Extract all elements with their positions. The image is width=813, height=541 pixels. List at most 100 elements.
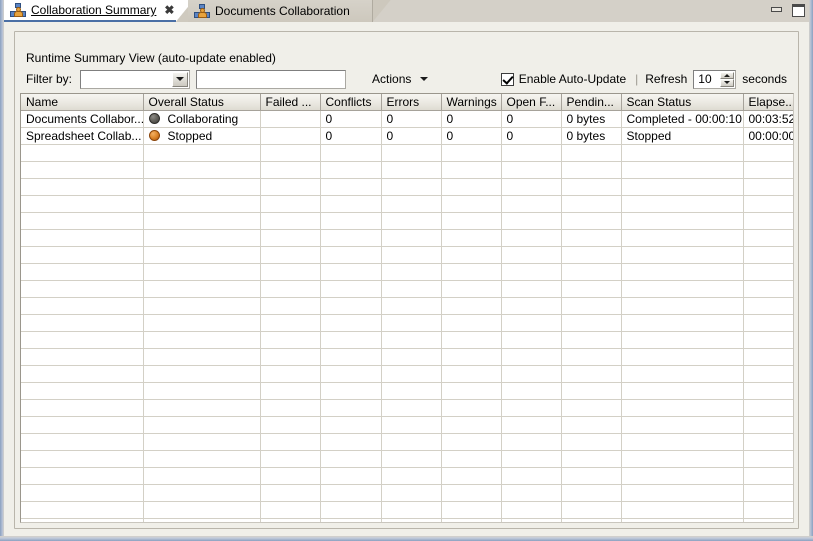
cell-empty bbox=[143, 212, 261, 230]
cell-empty bbox=[441, 501, 502, 519]
cell-empty bbox=[561, 144, 622, 162]
table-row-empty[interactable] bbox=[21, 382, 793, 400]
window-frame-bottom bbox=[0, 536, 813, 541]
chevron-down-icon[interactable] bbox=[172, 71, 189, 87]
table-row-empty[interactable] bbox=[21, 399, 793, 417]
cell-empty bbox=[320, 246, 382, 264]
cell-empty bbox=[320, 399, 382, 417]
table-row[interactable]: Spreadsheet Collab... Stopped 0 0 0 0 0 bytes S… bbox=[21, 127, 793, 145]
cell-empty bbox=[621, 144, 744, 162]
close-icon[interactable]: ✖ bbox=[164, 4, 174, 16]
cell-empty bbox=[561, 314, 622, 332]
column-header-warnings[interactable]: Warnings bbox=[441, 94, 502, 111]
minimize-button[interactable] bbox=[770, 4, 784, 17]
cell-empty bbox=[320, 433, 382, 451]
table-row-empty[interactable] bbox=[21, 144, 793, 162]
group-title: Runtime Summary View (auto-update enable… bbox=[22, 52, 280, 64]
cell-empty bbox=[501, 314, 562, 332]
cell-empty bbox=[320, 178, 382, 196]
cell-empty bbox=[621, 467, 744, 485]
table-row-empty[interactable] bbox=[21, 212, 793, 230]
table-row-empty[interactable] bbox=[21, 467, 793, 485]
seconds-label: seconds bbox=[742, 72, 787, 86]
cell-empty bbox=[381, 297, 442, 315]
cell-errors: 0 bbox=[381, 127, 442, 145]
table-row-empty[interactable] bbox=[21, 501, 793, 519]
cell-empty bbox=[561, 280, 622, 298]
table-row-empty[interactable] bbox=[21, 433, 793, 451]
table-row-empty[interactable] bbox=[21, 178, 793, 196]
cell-empty bbox=[501, 365, 562, 383]
cell-empty bbox=[21, 246, 144, 264]
refresh-label: Refresh bbox=[645, 72, 688, 86]
cell-empty bbox=[501, 518, 562, 522]
cell-empty bbox=[441, 484, 502, 502]
cell-empty bbox=[260, 416, 321, 434]
column-header-elapsed[interactable]: Elapse... bbox=[743, 94, 793, 111]
cell-empty bbox=[621, 484, 744, 502]
cell-empty bbox=[561, 297, 622, 315]
filter-by-combobox[interactable] bbox=[80, 69, 191, 89]
filter-text-input[interactable] bbox=[196, 69, 347, 89]
cell-empty bbox=[320, 212, 382, 230]
table-row-empty[interactable] bbox=[21, 416, 793, 434]
stepper-up-icon[interactable] bbox=[720, 71, 735, 79]
cell-empty bbox=[561, 178, 622, 196]
cell-empty bbox=[621, 297, 744, 315]
cell-empty bbox=[501, 144, 562, 162]
table-row-empty[interactable] bbox=[21, 161, 793, 179]
runtime-summary-table[interactable]: Name Overall Status Failed ... Conflicts Err… bbox=[20, 93, 794, 523]
refresh-interval-stepper[interactable]: 10 bbox=[693, 69, 737, 89]
cell-empty bbox=[143, 178, 261, 196]
column-header-name[interactable]: Name bbox=[21, 94, 144, 111]
actions-button[interactable]: Actions bbox=[372, 72, 429, 86]
cell-empty bbox=[743, 382, 793, 400]
cell-empty bbox=[501, 382, 562, 400]
table-row[interactable]: Documents Collabor... Collaborating 0 0 0 0 0 … bbox=[21, 110, 793, 128]
cell-name: Documents Collabor... bbox=[21, 110, 144, 128]
table-row-empty[interactable] bbox=[21, 450, 793, 468]
table-row-empty[interactable] bbox=[21, 263, 793, 281]
cell-empty bbox=[561, 450, 622, 468]
tab-collaboration-summary[interactable]: Collaboration Summary ✖ bbox=[4, 0, 185, 22]
column-header-errors[interactable]: Errors bbox=[381, 94, 442, 111]
cell-empty bbox=[501, 246, 562, 264]
enable-auto-update-checkbox[interactable] bbox=[500, 72, 514, 86]
table-row-empty[interactable] bbox=[21, 484, 793, 502]
column-header-conflicts[interactable]: Conflicts bbox=[320, 94, 382, 111]
column-header-overall[interactable]: Overall Status bbox=[143, 94, 261, 111]
table-row-empty[interactable] bbox=[21, 280, 793, 298]
column-header-scan[interactable]: Scan Status bbox=[621, 94, 744, 111]
table-row-empty[interactable] bbox=[21, 246, 793, 264]
cell-empty bbox=[621, 161, 744, 179]
table-row-empty[interactable] bbox=[21, 229, 793, 247]
cell-empty bbox=[260, 518, 321, 522]
cell-empty bbox=[561, 467, 622, 485]
cell-empty bbox=[743, 263, 793, 281]
maximize-button[interactable] bbox=[791, 4, 805, 17]
cell-empty bbox=[320, 467, 382, 485]
cell-empty bbox=[381, 331, 442, 349]
table-row-empty[interactable] bbox=[21, 195, 793, 213]
table-row-empty[interactable] bbox=[21, 314, 793, 332]
tab-bar: Collaboration Summary ✖ Documents Collab… bbox=[4, 0, 760, 22]
cell-empty bbox=[320, 450, 382, 468]
table-row-empty[interactable] bbox=[21, 297, 793, 315]
table-row-empty[interactable] bbox=[21, 348, 793, 366]
cell-empty bbox=[501, 416, 562, 434]
table-row-empty[interactable] bbox=[21, 331, 793, 349]
table-row-empty[interactable] bbox=[21, 518, 793, 522]
cell-empty bbox=[260, 195, 321, 213]
cell-empty bbox=[21, 178, 144, 196]
column-header-openf[interactable]: Open F... bbox=[501, 94, 562, 111]
cell-conflicts: 0 bbox=[320, 110, 382, 128]
cell-empty bbox=[561, 229, 622, 247]
tab-documents-collaboration[interactable]: Documents Collaboration bbox=[188, 0, 384, 22]
column-header-pending[interactable]: Pendin... bbox=[561, 94, 622, 111]
column-header-failed[interactable]: Failed ... bbox=[260, 94, 321, 111]
cell-empty bbox=[621, 178, 744, 196]
cell-empty bbox=[143, 501, 261, 519]
stepper-down-icon[interactable] bbox=[720, 79, 735, 87]
cell-empty bbox=[260, 382, 321, 400]
table-row-empty[interactable] bbox=[21, 365, 793, 383]
